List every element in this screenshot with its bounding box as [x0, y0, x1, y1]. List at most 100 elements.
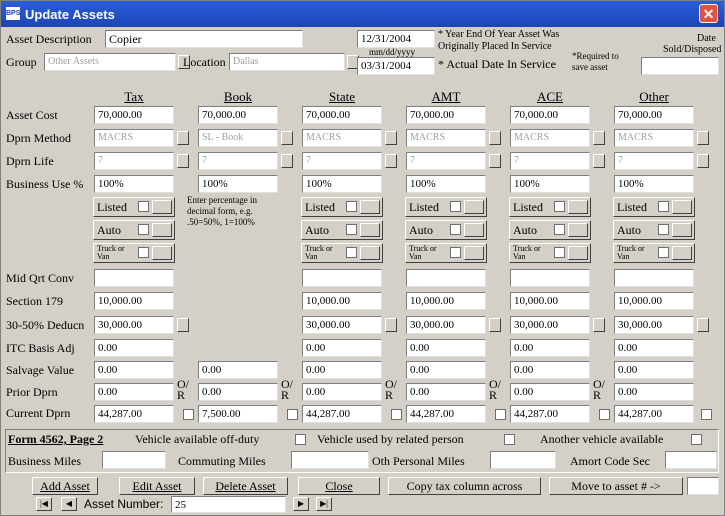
- next-record-icon[interactable]: ▶: [293, 497, 309, 511]
- ace-dprn-method-select[interactable]: MACRS: [510, 129, 590, 147]
- tax-deduction-button[interactable]: [177, 318, 189, 332]
- other-current-dprn-input[interactable]: 44,287.00: [614, 405, 694, 423]
- other-listed-checkbox[interactable]: [658, 201, 669, 212]
- other-salvage-input[interactable]: 0.00: [614, 361, 694, 379]
- state-prior-dprn-input[interactable]: 0.00: [302, 383, 382, 401]
- amt-business-use-input[interactable]: 100%: [406, 175, 486, 193]
- vehicle-offduty-checkbox[interactable]: [295, 434, 306, 445]
- asset-number-input[interactable]: 25: [171, 496, 286, 513]
- state-truck-checkbox[interactable]: [346, 247, 357, 258]
- state-deduction-button[interactable]: [385, 318, 397, 332]
- tax-listed-button[interactable]: [152, 200, 172, 214]
- tax-mid-qrt-input[interactable]: [94, 269, 174, 287]
- ace-truck-checkbox[interactable]: [554, 247, 565, 258]
- state-auto-button[interactable]: [360, 223, 380, 237]
- book-dprn-life-input[interactable]: 7: [198, 152, 278, 170]
- ace-auto-button[interactable]: [568, 223, 588, 237]
- amt-itc-input[interactable]: 0.00: [406, 339, 486, 357]
- amt-override-checkbox[interactable]: [495, 409, 506, 420]
- commuting-miles-input[interactable]: [291, 451, 369, 469]
- other-business-use-input[interactable]: 100%: [614, 175, 694, 193]
- ace-prior-dprn-input[interactable]: 0.00: [510, 383, 590, 401]
- tax-truck-button[interactable]: [152, 246, 172, 260]
- state-listed-checkbox[interactable]: [346, 201, 357, 212]
- tax-auto-button[interactable]: [152, 223, 172, 237]
- other-deduction-input[interactable]: 30,000.00: [614, 316, 694, 334]
- tax-dprn-life-button[interactable]: [177, 154, 189, 168]
- tax-truck-checkbox[interactable]: [138, 247, 149, 258]
- amt-deduction-input[interactable]: 30,000.00: [406, 316, 486, 334]
- other-listed-button[interactable]: [672, 200, 692, 214]
- ace-salvage-input[interactable]: 0.00: [510, 361, 590, 379]
- other-deduction-button[interactable]: [697, 318, 709, 332]
- asset-description-input[interactable]: Copier: [105, 30, 303, 48]
- amt-dprn-life-button[interactable]: [489, 154, 501, 168]
- amt-dprn-life-input[interactable]: 7: [406, 152, 486, 170]
- state-business-use-input[interactable]: 100%: [302, 175, 382, 193]
- ace-asset-cost-input[interactable]: 70,000.00: [510, 106, 590, 124]
- edit-asset-button[interactable]: Edit Asset: [119, 477, 195, 495]
- amt-dprn-method-select[interactable]: MACRS: [406, 129, 486, 147]
- amt-salvage-input[interactable]: 0.00: [406, 361, 486, 379]
- other-prior-dprn-input[interactable]: 0.00: [614, 383, 694, 401]
- amt-mid-qrt-input[interactable]: [406, 269, 486, 287]
- state-truck-button[interactable]: [360, 246, 380, 260]
- state-override-checkbox[interactable]: [391, 409, 402, 420]
- ace-override-checkbox[interactable]: [599, 409, 610, 420]
- ace-current-dprn-input[interactable]: 44,287.00: [510, 405, 590, 423]
- ace-section-179-input[interactable]: 10,000.00: [510, 292, 590, 310]
- previous-record-icon[interactable]: ◀: [61, 497, 77, 511]
- ace-deduction-button[interactable]: [593, 318, 605, 332]
- first-record-icon[interactable]: |◀: [36, 497, 52, 511]
- other-auto-checkbox[interactable]: [658, 224, 669, 235]
- book-asset-cost-input[interactable]: 70,000.00: [198, 106, 278, 124]
- book-current-dprn-input[interactable]: 7,500.00: [198, 405, 278, 423]
- amt-auto-checkbox[interactable]: [450, 224, 461, 235]
- close-window-button[interactable]: ✕: [699, 4, 718, 23]
- move-to-asset-input[interactable]: [687, 477, 719, 495]
- other-truck-checkbox[interactable]: [658, 247, 669, 258]
- amt-listed-checkbox[interactable]: [450, 201, 461, 212]
- book-dprn-method-select[interactable]: SL - Book: [198, 129, 278, 147]
- state-current-dprn-input[interactable]: 44,287.00: [302, 405, 382, 423]
- tax-itc-input[interactable]: 0.00: [94, 339, 174, 357]
- oth-personal-miles-input[interactable]: [490, 451, 556, 469]
- other-truck-button[interactable]: [672, 246, 692, 260]
- date-sold-input[interactable]: [641, 57, 719, 75]
- ace-mid-qrt-input[interactable]: [510, 269, 590, 287]
- tax-prior-dprn-input[interactable]: 0.00: [94, 383, 174, 401]
- ace-listed-button[interactable]: [568, 200, 588, 214]
- other-dprn-method-select[interactable]: MACRS: [614, 129, 694, 147]
- other-section-179-input[interactable]: 10,000.00: [614, 292, 694, 310]
- book-dprn-life-button[interactable]: [281, 154, 293, 168]
- amt-truck-checkbox[interactable]: [450, 247, 461, 258]
- other-dprn-life-button[interactable]: [697, 154, 709, 168]
- ace-dprn-method-button[interactable]: [593, 131, 605, 145]
- state-section-179-input[interactable]: 10,000.00: [302, 292, 382, 310]
- tax-deduction-input[interactable]: 30,000.00: [94, 316, 174, 334]
- tax-auto-checkbox[interactable]: [138, 224, 149, 235]
- ace-auto-checkbox[interactable]: [554, 224, 565, 235]
- tax-dprn-method-button[interactable]: [177, 131, 189, 145]
- state-deduction-input[interactable]: 30,000.00: [302, 316, 382, 334]
- another-vehicle-checkbox[interactable]: [691, 434, 702, 445]
- tax-salvage-input[interactable]: 0.00: [94, 361, 174, 379]
- amt-auto-button[interactable]: [464, 223, 484, 237]
- group-select[interactable]: Other Assets: [44, 53, 176, 71]
- amt-listed-button[interactable]: [464, 200, 484, 214]
- amt-deduction-button[interactable]: [489, 318, 501, 332]
- business-miles-input[interactable]: [102, 451, 166, 469]
- amt-current-dprn-input[interactable]: 44,287.00: [406, 405, 486, 423]
- state-asset-cost-input[interactable]: 70,000.00: [302, 106, 382, 124]
- state-dprn-method-select[interactable]: MACRS: [302, 129, 382, 147]
- other-itc-input[interactable]: 0.00: [614, 339, 694, 357]
- other-mid-qrt-input[interactable]: [614, 269, 694, 287]
- other-dprn-life-input[interactable]: 7: [614, 152, 694, 170]
- other-override-checkbox[interactable]: [701, 409, 712, 420]
- tax-listed-checkbox[interactable]: [138, 201, 149, 212]
- state-dprn-life-button[interactable]: [385, 154, 397, 168]
- location-select[interactable]: Dallas: [229, 53, 345, 71]
- move-to-asset-button[interactable]: Move to asset # ->: [549, 477, 683, 495]
- book-override-checkbox[interactable]: [287, 409, 298, 420]
- close-button[interactable]: Close: [298, 477, 380, 495]
